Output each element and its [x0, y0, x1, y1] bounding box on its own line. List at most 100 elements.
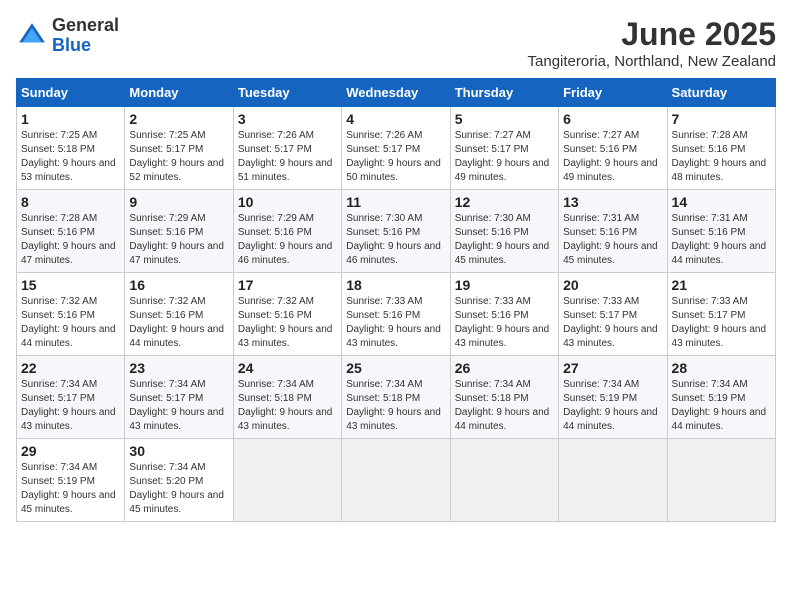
- calendar-cell: [342, 439, 450, 522]
- calendar-cell: 13 Sunrise: 7:31 AMSunset: 5:16 PMDayligh…: [559, 190, 667, 273]
- logo-icon: [16, 20, 48, 52]
- calendar-cell: [233, 439, 341, 522]
- calendar-cell: 22Sunrise: 7:34 AMSunset: 5:17 PMDayligh…: [17, 356, 125, 439]
- day-info: Sunrise: 7:30 AMSunset: 5:16 PMDaylight:…: [346, 212, 445, 268]
- day-number: 15: [21, 277, 120, 293]
- day-number: 30: [129, 443, 228, 459]
- day-number: 12: [455, 194, 554, 210]
- day-info: Sunrise: 7:29 AMSunset: 5:16 PMDaylight:…: [238, 212, 337, 268]
- calendar-cell: 5 Sunrise: 7:27 AMSunset: 5:17 PMDaylight…: [450, 107, 558, 190]
- calendar-cell: 12 Sunrise: 7:30 AMSunset: 5:16 PMDayligh…: [450, 190, 558, 273]
- day-number: 2: [129, 111, 228, 127]
- day-number: 18: [346, 277, 445, 293]
- calendar-cell: 24 Sunrise: 7:34 AMSunset: 5:18 PMDayligh…: [233, 356, 341, 439]
- day-number: 22: [21, 360, 120, 376]
- day-number: 11: [346, 194, 445, 210]
- day-number: 13: [563, 194, 662, 210]
- day-info: Sunrise: 7:26 AMSunset: 5:17 PMDaylight:…: [238, 129, 337, 185]
- calendar-cell: 23Sunrise: 7:34 AMSunset: 5:17 PMDayligh…: [125, 356, 233, 439]
- day-info: Sunrise: 7:25 AMSunset: 5:17 PMDaylight:…: [129, 129, 228, 185]
- day-info: Sunrise: 7:33 AMSunset: 5:17 PMDaylight:…: [563, 295, 662, 351]
- calendar-cell: 7Sunrise: 7:28 AMSunset: 5:16 PMDaylight…: [667, 107, 775, 190]
- day-number: 26: [455, 360, 554, 376]
- day-info: Sunrise: 7:34 AMSunset: 5:19 PMDaylight:…: [563, 378, 662, 434]
- header-friday: Friday: [559, 79, 667, 107]
- calendar-cell: 30 Sunrise: 7:34 AMSunset: 5:20 PMDayligh…: [125, 439, 233, 522]
- day-info: Sunrise: 7:32 AMSunset: 5:16 PMDaylight:…: [21, 295, 120, 351]
- calendar-cell: 20 Sunrise: 7:33 AMSunset: 5:17 PMDayligh…: [559, 273, 667, 356]
- calendar-cell: 27 Sunrise: 7:34 AMSunset: 5:19 PMDayligh…: [559, 356, 667, 439]
- day-info: Sunrise: 7:33 AMSunset: 5:17 PMDaylight:…: [672, 295, 771, 351]
- day-number: 29: [21, 443, 120, 459]
- calendar-cell: 1Sunrise: 7:25 AMSunset: 5:18 PMDaylight…: [17, 107, 125, 190]
- calendar-cell: 16 Sunrise: 7:32 AMSunset: 5:16 PMDayligh…: [125, 273, 233, 356]
- day-number: 19: [455, 277, 554, 293]
- calendar-week-row: 15 Sunrise: 7:32 AMSunset: 5:16 PMDayligh…: [17, 273, 776, 356]
- day-number: 14: [672, 194, 771, 210]
- calendar-cell: 9 Sunrise: 7:29 AMSunset: 5:16 PMDaylight…: [125, 190, 233, 273]
- day-info: Sunrise: 7:27 AMSunset: 5:17 PMDaylight:…: [455, 129, 554, 185]
- calendar-title: June 2025: [528, 16, 776, 53]
- day-number: 3: [238, 111, 337, 127]
- day-info: Sunrise: 7:27 AMSunset: 5:16 PMDaylight:…: [563, 129, 662, 185]
- calendar-table: SundayMondayTuesdayWednesdayThursdayFrid…: [16, 78, 776, 522]
- calendar-cell: [667, 439, 775, 522]
- calendar-week-row: 22Sunrise: 7:34 AMSunset: 5:17 PMDayligh…: [17, 356, 776, 439]
- header-sunday: Sunday: [17, 79, 125, 107]
- calendar-week-row: 29Sunrise: 7:34 AMSunset: 5:19 PMDayligh…: [17, 439, 776, 522]
- calendar-cell: [559, 439, 667, 522]
- calendar-cell: 28Sunrise: 7:34 AMSunset: 5:19 PMDayligh…: [667, 356, 775, 439]
- page-header: General Blue June 2025 Tangiteroria, Nor…: [16, 16, 776, 70]
- calendar-cell: [450, 439, 558, 522]
- logo-text: General Blue: [52, 16, 119, 56]
- day-number: 17: [238, 277, 337, 293]
- day-number: 1: [21, 111, 120, 127]
- day-number: 21: [672, 277, 771, 293]
- calendar-subtitle: Tangiteroria, Northland, New Zealand: [528, 53, 776, 70]
- day-info: Sunrise: 7:34 AMSunset: 5:19 PMDaylight:…: [672, 378, 771, 434]
- day-number: 8: [21, 194, 120, 210]
- header-saturday: Saturday: [667, 79, 775, 107]
- day-info: Sunrise: 7:33 AMSunset: 5:16 PMDaylight:…: [455, 295, 554, 351]
- day-number: 23: [129, 360, 228, 376]
- calendar-cell: 14 Sunrise: 7:31 AMSunset: 5:16 PMDayligh…: [667, 190, 775, 273]
- calendar-cell: 2 Sunrise: 7:25 AMSunset: 5:17 PMDaylight…: [125, 107, 233, 190]
- day-number: 25: [346, 360, 445, 376]
- calendar-cell: 18Sunrise: 7:33 AMSunset: 5:16 PMDayligh…: [342, 273, 450, 356]
- day-info: Sunrise: 7:30 AMSunset: 5:16 PMDaylight:…: [455, 212, 554, 268]
- day-number: 27: [563, 360, 662, 376]
- day-info: Sunrise: 7:31 AMSunset: 5:16 PMDaylight:…: [563, 212, 662, 268]
- calendar-cell: 11 Sunrise: 7:30 AMSunset: 5:16 PMDayligh…: [342, 190, 450, 273]
- day-number: 10: [238, 194, 337, 210]
- day-info: Sunrise: 7:34 AMSunset: 5:18 PMDaylight:…: [238, 378, 337, 434]
- title-area: June 2025 Tangiteroria, Northland, New Z…: [528, 16, 776, 70]
- day-info: Sunrise: 7:26 AMSunset: 5:17 PMDaylight:…: [346, 129, 445, 185]
- day-info: Sunrise: 7:34 AMSunset: 5:20 PMDaylight:…: [129, 461, 228, 517]
- calendar-cell: 10 Sunrise: 7:29 AMSunset: 5:16 PMDayligh…: [233, 190, 341, 273]
- calendar-cell: 15 Sunrise: 7:32 AMSunset: 5:16 PMDayligh…: [17, 273, 125, 356]
- day-number: 9: [129, 194, 228, 210]
- calendar-cell: 21 Sunrise: 7:33 AMSunset: 5:17 PMDayligh…: [667, 273, 775, 356]
- calendar-cell: 6 Sunrise: 7:27 AMSunset: 5:16 PMDaylight…: [559, 107, 667, 190]
- day-number: 24: [238, 360, 337, 376]
- day-info: Sunrise: 7:29 AMSunset: 5:16 PMDaylight:…: [129, 212, 228, 268]
- day-number: 16: [129, 277, 228, 293]
- header-wednesday: Wednesday: [342, 79, 450, 107]
- logo: General Blue: [16, 16, 119, 56]
- day-info: Sunrise: 7:34 AMSunset: 5:18 PMDaylight:…: [455, 378, 554, 434]
- header-thursday: Thursday: [450, 79, 558, 107]
- day-number: 5: [455, 111, 554, 127]
- calendar-cell: 4 Sunrise: 7:26 AMSunset: 5:17 PMDaylight…: [342, 107, 450, 190]
- day-info: Sunrise: 7:31 AMSunset: 5:16 PMDaylight:…: [672, 212, 771, 268]
- day-info: Sunrise: 7:32 AMSunset: 5:16 PMDaylight:…: [238, 295, 337, 351]
- calendar-cell: 26 Sunrise: 7:34 AMSunset: 5:18 PMDayligh…: [450, 356, 558, 439]
- calendar-cell: 25Sunrise: 7:34 AMSunset: 5:18 PMDayligh…: [342, 356, 450, 439]
- day-number: 6: [563, 111, 662, 127]
- day-number: 4: [346, 111, 445, 127]
- calendar-week-row: 1Sunrise: 7:25 AMSunset: 5:18 PMDaylight…: [17, 107, 776, 190]
- header-tuesday: Tuesday: [233, 79, 341, 107]
- day-info: Sunrise: 7:32 AMSunset: 5:16 PMDaylight:…: [129, 295, 228, 351]
- calendar-cell: 8Sunrise: 7:28 AMSunset: 5:16 PMDaylight…: [17, 190, 125, 273]
- day-number: 20: [563, 277, 662, 293]
- calendar-cell: 29Sunrise: 7:34 AMSunset: 5:19 PMDayligh…: [17, 439, 125, 522]
